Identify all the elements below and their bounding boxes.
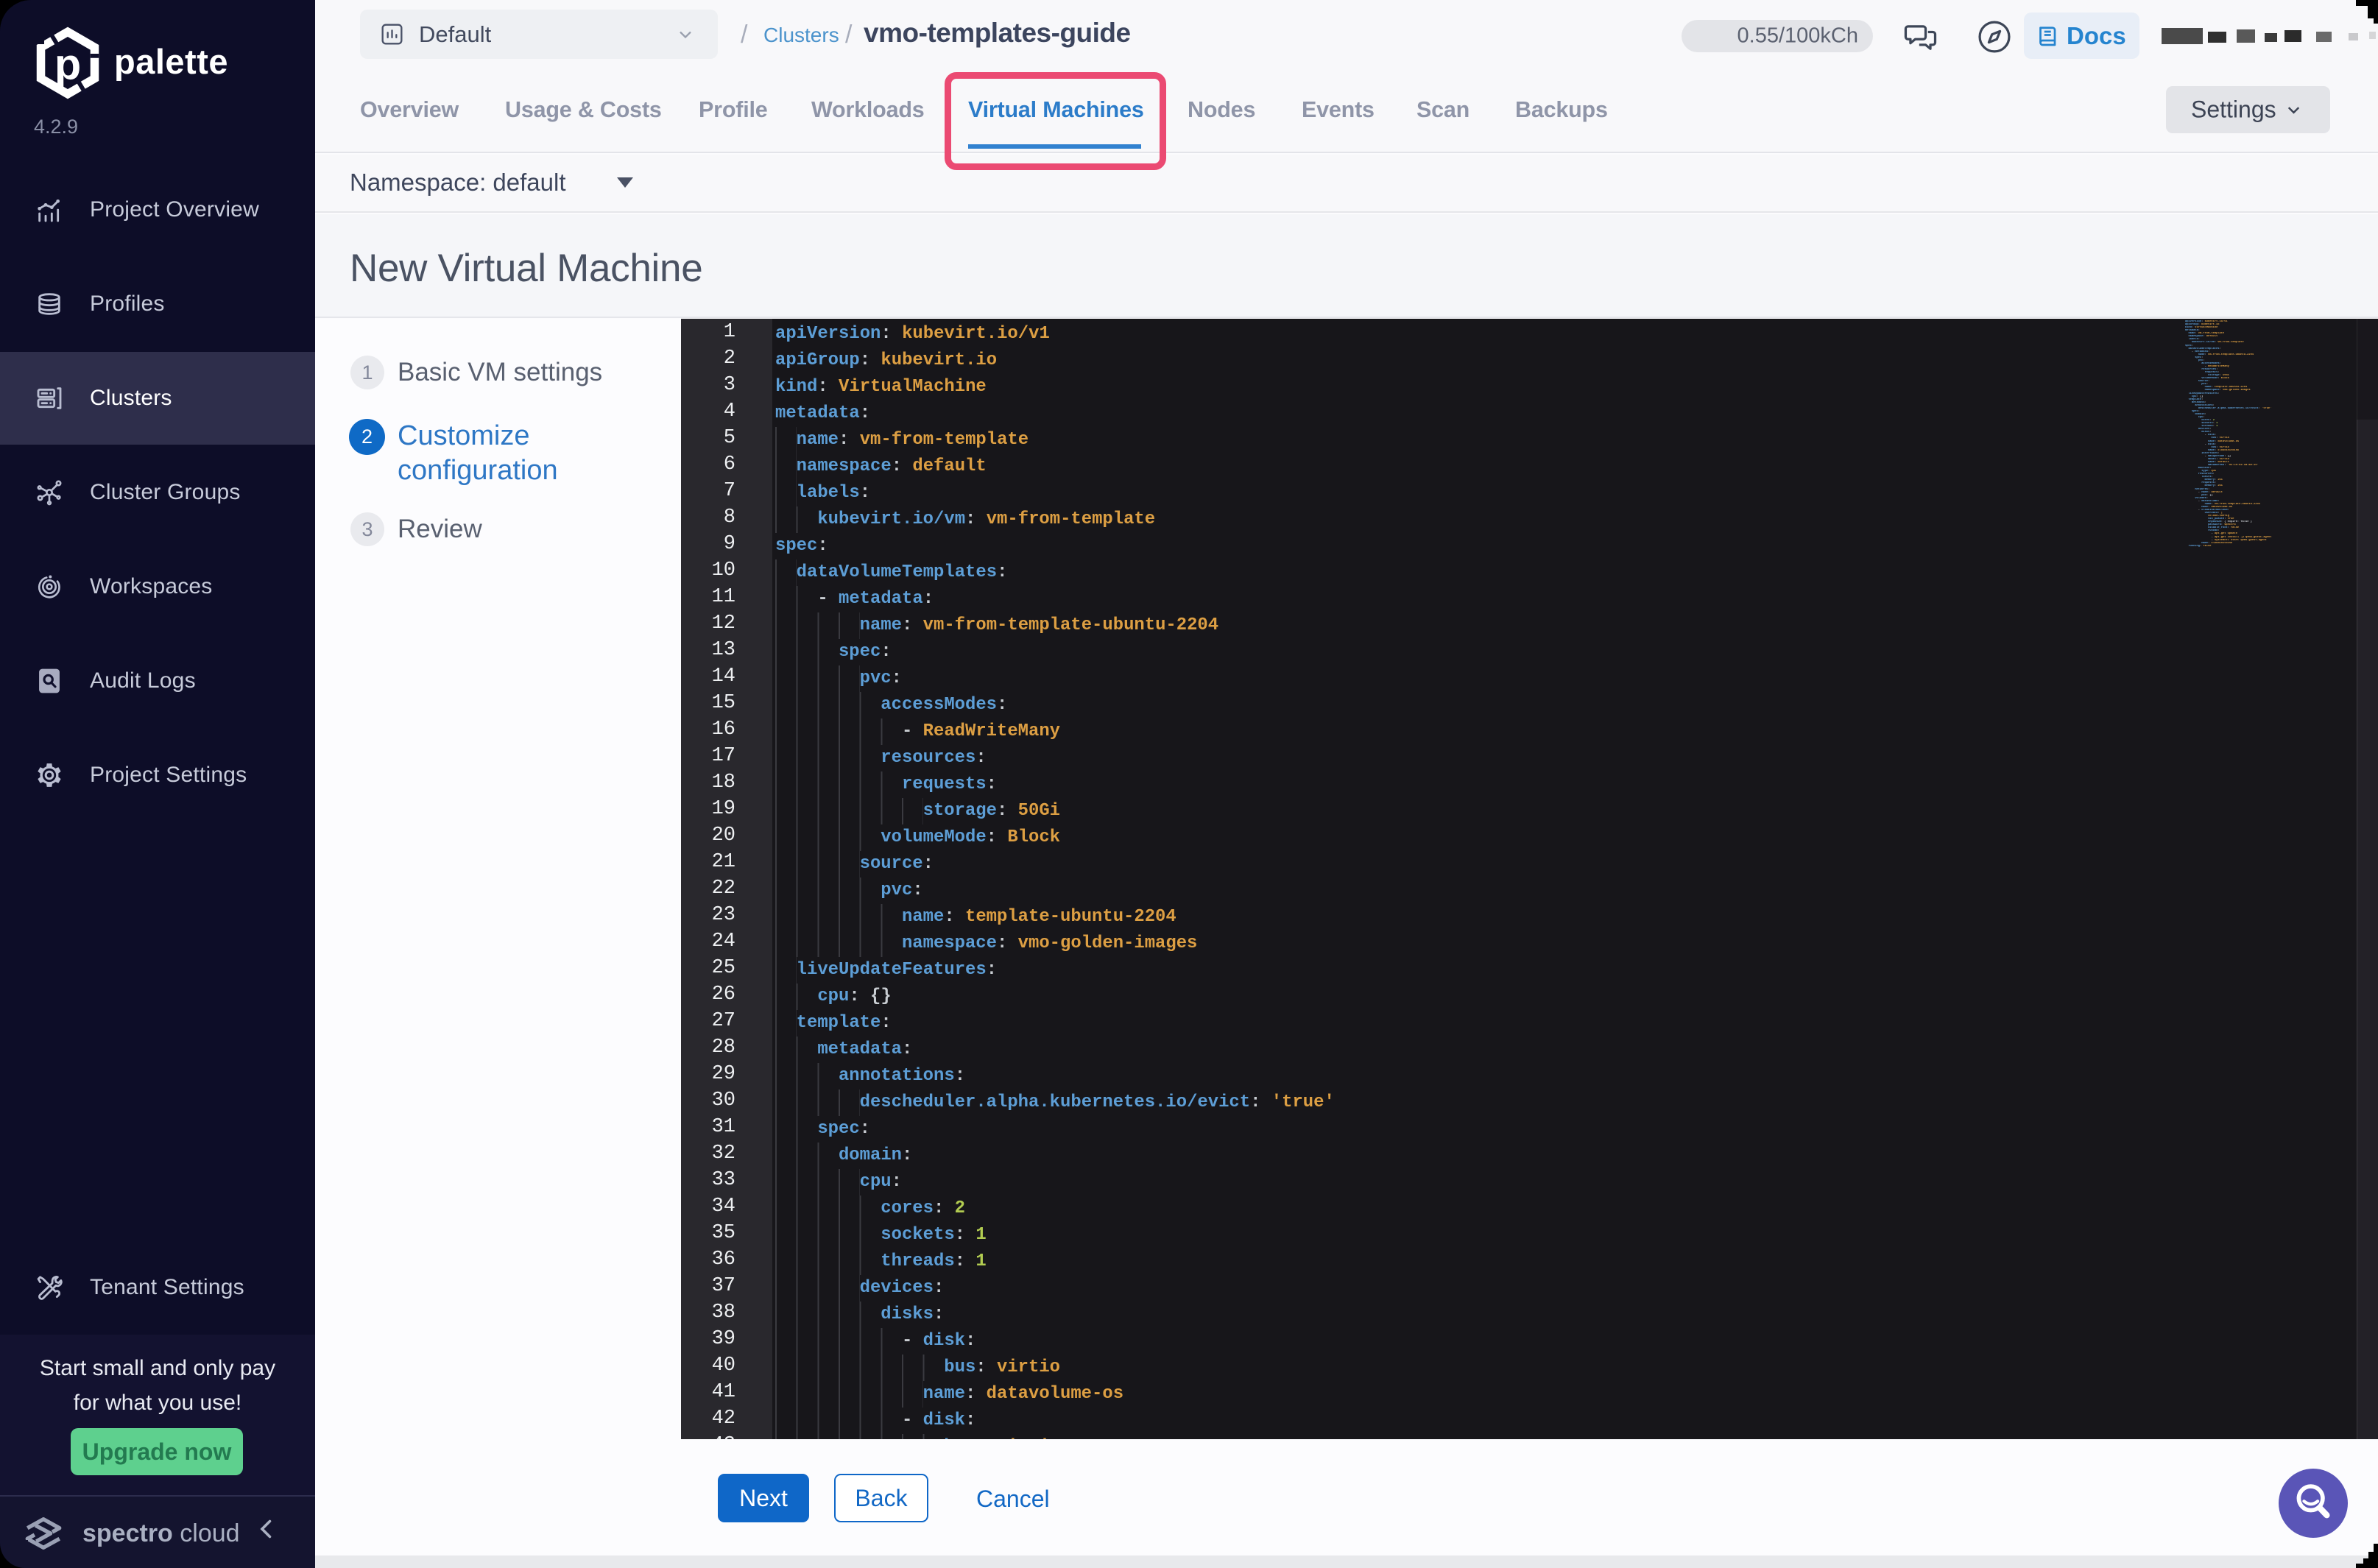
svg-text:p: p	[54, 40, 81, 89]
